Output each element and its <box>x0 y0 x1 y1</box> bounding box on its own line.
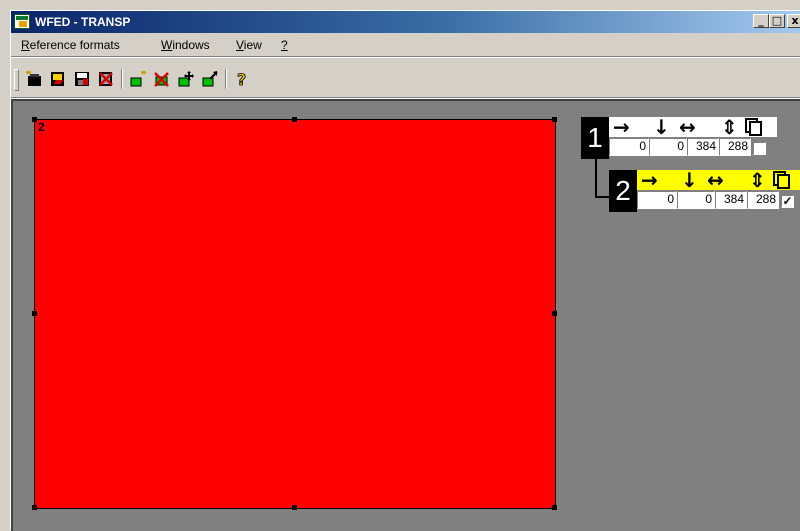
delete-window-icon[interactable] <box>151 68 173 90</box>
new-format-icon[interactable] <box>23 68 45 90</box>
minimize-button[interactable]: _ <box>753 14 769 28</box>
x-position-icon: → <box>641 168 658 192</box>
y-position-icon: ↓ <box>681 168 698 192</box>
toolbar: ? <box>11 59 800 97</box>
preview-canvas[interactable]: 2 <box>32 117 557 510</box>
svg-text:?: ? <box>237 70 246 88</box>
y-position-icon: ↓ <box>653 115 670 139</box>
close-button[interactable]: x <box>787 14 800 28</box>
menu-reference-formats[interactable]: Reference formats <box>21 38 120 52</box>
layer-tree-connector <box>595 159 597 197</box>
x-field[interactable]: 0 <box>637 191 677 209</box>
move-window-icon[interactable] <box>175 68 197 90</box>
layer-header: → ↓ ↔ ⇕ <box>637 170 800 190</box>
transparency-icon <box>745 118 762 136</box>
transparency-icon <box>773 171 790 189</box>
layer-tree-connector-h <box>595 196 609 198</box>
menu-bar: Reference formats Windows View ? <box>11 36 800 54</box>
x-position-icon: → <box>613 115 630 139</box>
resize-handle-top-left[interactable] <box>32 117 37 122</box>
resize-handle-right[interactable] <box>552 311 557 316</box>
maximize-button[interactable]: □ <box>769 14 785 28</box>
width-field[interactable]: 384 <box>687 138 719 156</box>
x-field[interactable]: 0 <box>609 138 649 156</box>
toolbar-separator <box>121 69 123 89</box>
resize-handle-top-right[interactable] <box>552 117 557 122</box>
layer-number: 2 <box>609 170 637 212</box>
toolbar-grip[interactable] <box>14 69 19 91</box>
resize-handle-bottom-left[interactable] <box>32 505 37 510</box>
main-window: WFED - TRANSP _ □ x Reference formats Wi… <box>10 10 800 531</box>
menu-windows[interactable]: Windows <box>161 38 210 52</box>
new-window-icon[interactable] <box>127 68 149 90</box>
save-format-icon[interactable] <box>71 68 93 90</box>
height-field[interactable]: 288 <box>719 138 751 156</box>
toolbar-separator-2 <box>225 69 227 89</box>
title-bar[interactable]: WFED - TRANSP _ □ x <box>11 11 800 33</box>
resize-window-icon[interactable] <box>199 68 221 90</box>
menu-help[interactable]: ? <box>281 38 288 52</box>
height-icon: ⇕ <box>749 168 766 192</box>
transparent-checkbox[interactable]: ✓ <box>781 195 794 208</box>
width-field[interactable]: 384 <box>715 191 747 209</box>
resize-handle-left[interactable] <box>32 311 37 316</box>
height-icon: ⇕ <box>721 115 738 139</box>
layer-panel-2[interactable]: 2 → ↓ ↔ ⇕ 0 0 384 288 ✓ <box>609 170 800 214</box>
delete-format-icon[interactable] <box>95 68 117 90</box>
resize-handle-bottom-right[interactable] <box>552 505 557 510</box>
open-format-icon[interactable] <box>47 68 69 90</box>
resize-handle-top[interactable] <box>292 117 297 122</box>
layer-number: 1 <box>581 117 609 159</box>
help-icon[interactable]: ? <box>231 68 253 90</box>
canvas-window-label: 2 <box>38 120 45 134</box>
transparent-checkbox[interactable] <box>753 142 766 155</box>
menu-view[interactable]: View <box>236 38 262 52</box>
width-icon: ↔ <box>707 168 724 192</box>
menu-separator <box>11 56 800 58</box>
layer-panel-1[interactable]: 1 → ↓ ↔ ⇕ 0 0 384 288 <box>581 117 779 161</box>
layer-header: → ↓ ↔ ⇕ <box>609 117 777 137</box>
height-field[interactable]: 288 <box>747 191 779 209</box>
y-field[interactable]: 0 <box>677 191 715 209</box>
workspace: 2 1 → ↓ ↔ ⇕ 0 0 384 288 2 → ↓ ↔ ⇕ 0 0 38… <box>11 99 800 531</box>
width-icon: ↔ <box>679 115 696 139</box>
resize-handle-bottom[interactable] <box>292 505 297 510</box>
y-field[interactable]: 0 <box>649 138 687 156</box>
window-title: WFED - TRANSP <box>35 15 131 29</box>
app-icon[interactable] <box>14 14 30 29</box>
